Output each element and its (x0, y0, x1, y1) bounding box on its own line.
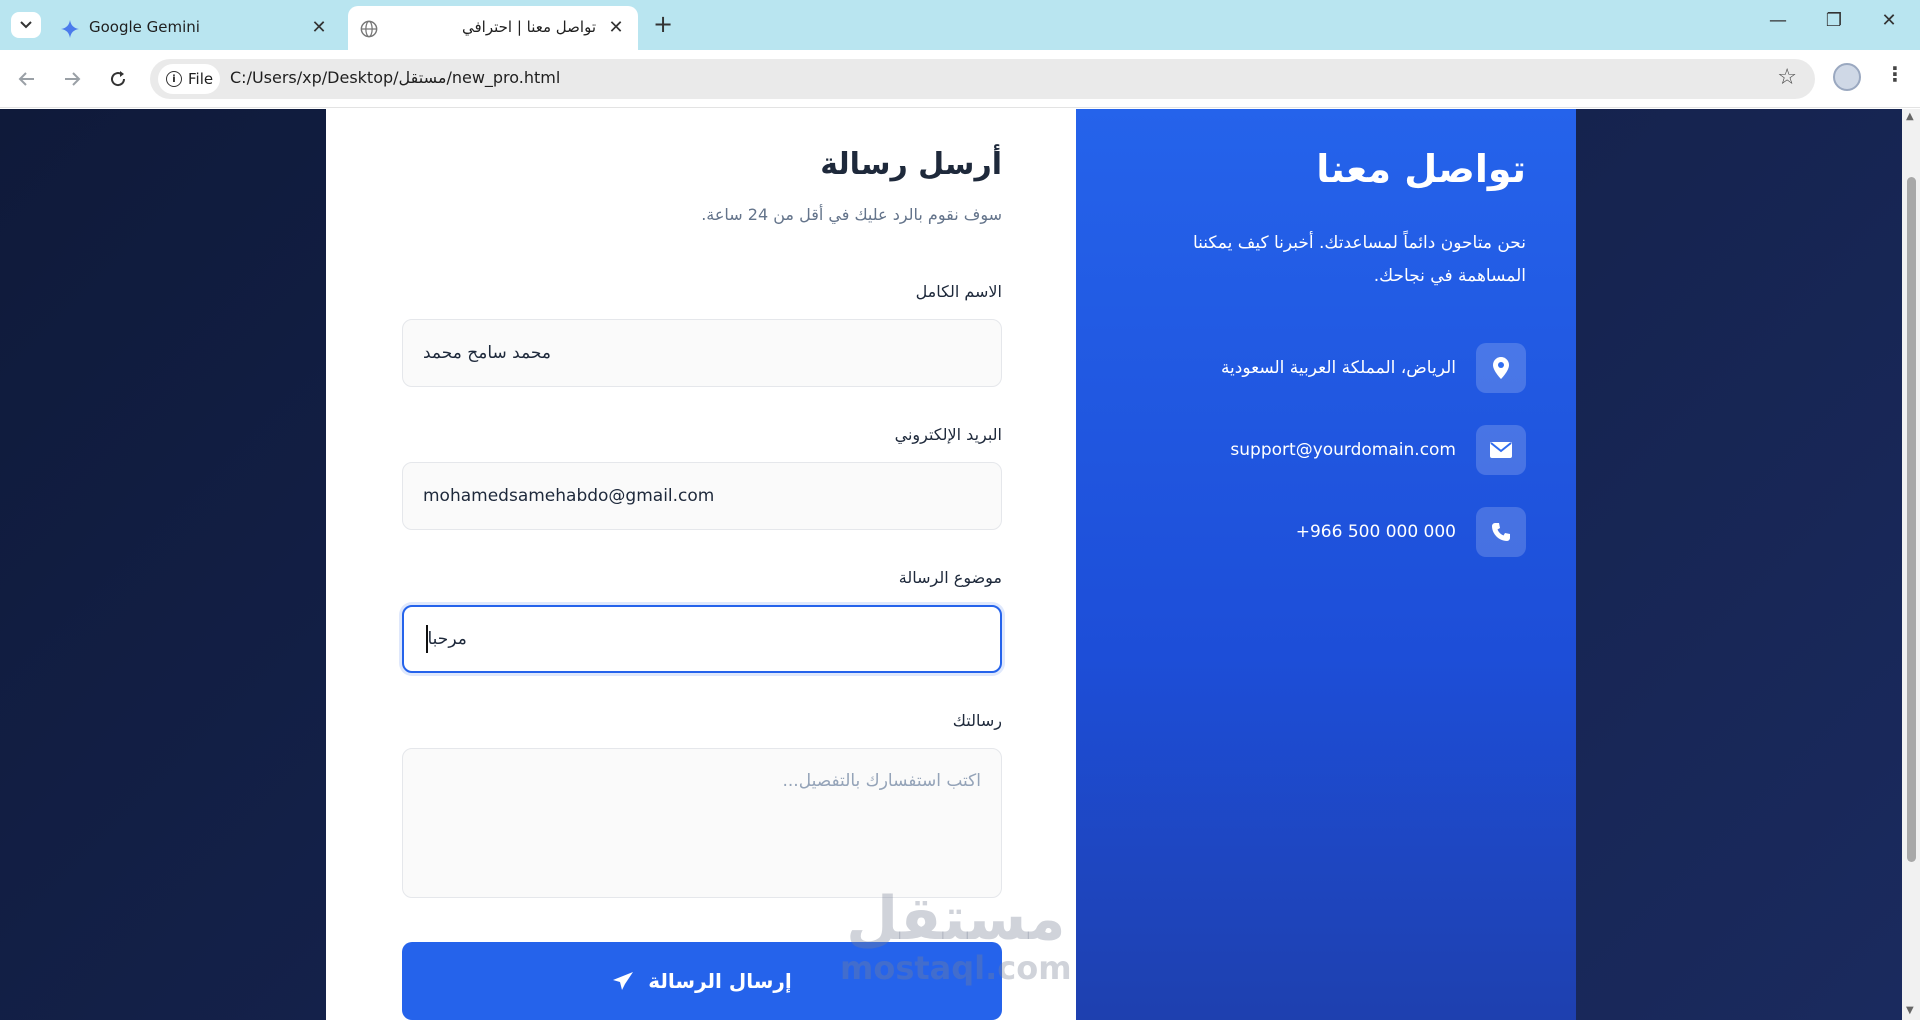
envelope-icon (1476, 425, 1526, 475)
paper-plane-icon (613, 972, 634, 990)
info-title: تواصل معنا (1316, 147, 1526, 191)
site-info-chip[interactable]: i File (158, 64, 220, 94)
tab-google-gemini[interactable]: Google Gemini ✕ (49, 6, 341, 50)
email-input[interactable]: mohamedsamehabdo@gmail.com (402, 462, 1002, 530)
tab-search-button[interactable] (11, 12, 41, 38)
email-text: support@yourdomain.com (1230, 440, 1456, 460)
arrow-right-icon (65, 72, 81, 86)
gemini-icon (61, 20, 79, 38)
tab-contact-page[interactable]: تواصل معنا | احترافي ✕ (348, 6, 638, 50)
form-subtitle: سوف نقوم بالرد عليك في أقل من 24 ساعة. (701, 205, 1002, 224)
form-title: أرسل رسالة (820, 147, 1002, 182)
close-icon[interactable]: ✕ (309, 17, 329, 38)
phone-icon (1476, 507, 1526, 557)
contact-address: الرياض، المملكة العربية السعودية (1221, 343, 1526, 393)
message-label: رسالتك (952, 711, 1002, 730)
back-button[interactable] (12, 64, 42, 94)
scroll-up-icon[interactable]: ▲ (1906, 111, 1914, 122)
phone-text: +966 500 000 000 (1295, 522, 1456, 542)
info-description: نحن متاحون دائماً لمساعدتك. أخبرنا كيف ي… (1192, 233, 1526, 286)
email-value: mohamedsamehabdo@gmail.com (423, 486, 715, 506)
profile-avatar[interactable] (1833, 63, 1861, 91)
vertical-scrollbar[interactable]: ▲ ▼ (1902, 109, 1920, 1020)
new-tab-button[interactable]: + (650, 10, 676, 38)
subject-label: موضوع الرسالة (898, 568, 1002, 587)
subject-value: مرحبا (427, 629, 467, 649)
address-text: الرياض، المملكة العربية السعودية (1220, 358, 1456, 378)
page-viewport: أرسل رسالة سوف نقوم بالرد عليك في أقل من… (0, 109, 1902, 1020)
restore-button[interactable]: ❐ (1822, 10, 1846, 31)
name-value: محمد سامح محمد (423, 343, 551, 363)
scroll-thumb[interactable] (1907, 177, 1916, 862)
tab-title: Google Gemini (89, 18, 200, 36)
close-icon[interactable]: ✕ (606, 17, 626, 38)
bookmark-star-icon[interactable]: ☆ (1777, 65, 1797, 90)
menu-kebab-icon[interactable]: ⋮ (1885, 62, 1905, 86)
globe-icon (360, 20, 378, 38)
tab-strip: Google Gemini ✕ تواصل معنا | احترافي ✕ +… (0, 0, 1920, 50)
contact-info-panel: تواصل معنا نحن متاحون دائماً لمساعدتك. أ… (1076, 109, 1576, 1020)
name-input[interactable]: محمد سامح محمد (402, 319, 1002, 387)
reload-icon (111, 71, 126, 87)
contact-email[interactable]: support@yourdomain.com (1230, 425, 1526, 475)
url-text[interactable]: C:/Users/xp/Desktop/مستقل/new_pro.html (230, 68, 560, 87)
reload-button[interactable] (103, 64, 133, 94)
chip-label: File (188, 70, 214, 88)
submit-label: إرسال الرسالة (648, 969, 792, 993)
message-textarea[interactable]: اكتب استفسارك بالتفصيل... (402, 748, 1002, 898)
mostaql-watermark: مستقل mostaql.com (840, 889, 1072, 987)
address-bar[interactable]: i File C:/Users/xp/Desktop/مستقل/new_pro… (150, 59, 1815, 99)
close-window-button[interactable]: ✕ (1877, 10, 1901, 31)
tab-title: تواصل معنا | احترافي (462, 18, 596, 36)
info-icon: i (166, 71, 182, 87)
scroll-down-icon[interactable]: ▼ (1906, 1005, 1914, 1016)
forward-button[interactable] (57, 64, 87, 94)
location-pin-icon (1476, 343, 1526, 393)
watermark-arabic: مستقل (846, 884, 1066, 954)
email-label: البريد الإلكتروني (894, 425, 1002, 444)
text-caret (426, 625, 428, 653)
browser-toolbar: i File C:/Users/xp/Desktop/مستقل/new_pro… (0, 50, 1920, 108)
message-placeholder: اكتب استفسارك بالتفصيل... (782, 771, 982, 791)
chevron-down-icon (20, 21, 32, 29)
subject-input[interactable]: مرحبا (402, 605, 1002, 673)
minimize-button[interactable]: — (1766, 10, 1790, 31)
name-label: الاسم الكامل (915, 282, 1002, 301)
watermark-latin: mostaql.com (840, 949, 1072, 987)
contact-phone[interactable]: +966 500 000 000 (1296, 507, 1526, 557)
arrow-left-icon (18, 72, 34, 86)
